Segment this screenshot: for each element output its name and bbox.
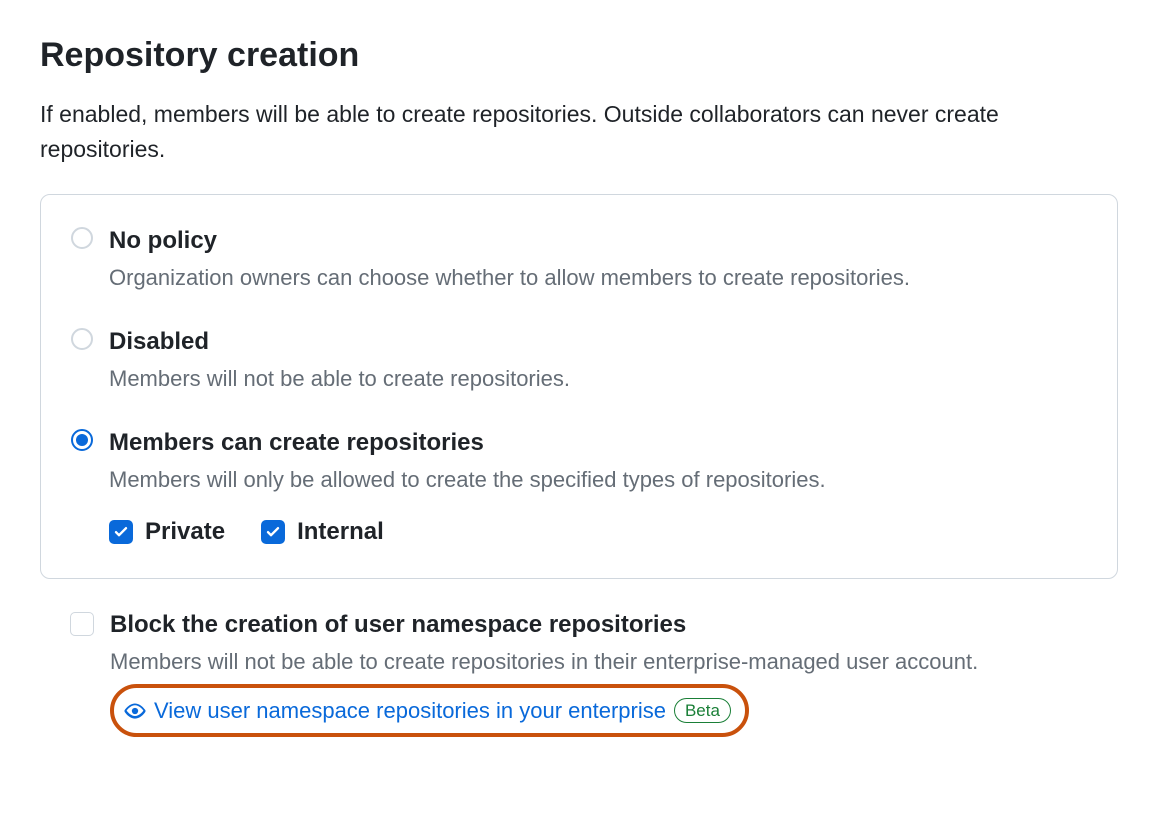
radio-icon[interactable] xyxy=(71,429,93,451)
beta-badge: Beta xyxy=(674,698,731,724)
policy-box: No policy Organization owners can choose… xyxy=(40,194,1118,579)
block-namespace-section: Block the creation of user namespace rep… xyxy=(40,607,1118,737)
checkbox-label: Private xyxy=(145,514,225,550)
radio-option-disabled[interactable]: Disabled Members will not be able to cre… xyxy=(71,324,1087,395)
option-label: Members can create repositories xyxy=(109,425,1087,461)
radio-option-members-can-create[interactable]: Members can create repositories Members … xyxy=(71,425,1087,550)
option-description: Members will not be able to create repos… xyxy=(109,362,1087,395)
view-namespace-repos-link[interactable]: View user namespace repositories in your… xyxy=(154,694,666,727)
section-title: Repository creation xyxy=(40,30,1118,81)
repo-type-checks: Private Internal xyxy=(109,514,1087,550)
checkmark-icon xyxy=(261,520,285,544)
option-description: Organization owners can choose whether t… xyxy=(109,261,1087,294)
checkbox-internal[interactable]: Internal xyxy=(261,514,384,550)
radio-option-no-policy[interactable]: No policy Organization owners can choose… xyxy=(71,223,1087,294)
eye-icon xyxy=(124,700,146,722)
option-label: Disabled xyxy=(109,324,1087,360)
highlighted-link-callout: View user namespace repositories in your… xyxy=(110,684,749,737)
option-label: No policy xyxy=(109,223,1087,259)
radio-icon[interactable] xyxy=(71,227,93,249)
block-namespace-label: Block the creation of user namespace rep… xyxy=(110,607,1088,643)
checkmark-icon xyxy=(109,520,133,544)
checkbox-private[interactable]: Private xyxy=(109,514,225,550)
option-description: Members will only be allowed to create t… xyxy=(109,463,1087,496)
checkbox-label: Internal xyxy=(297,514,384,550)
section-description: If enabled, members will be able to crea… xyxy=(40,97,1118,166)
radio-icon[interactable] xyxy=(71,328,93,350)
block-namespace-description: Members will not be able to create repos… xyxy=(110,645,1088,678)
checkbox-block-namespace[interactable] xyxy=(70,612,94,636)
